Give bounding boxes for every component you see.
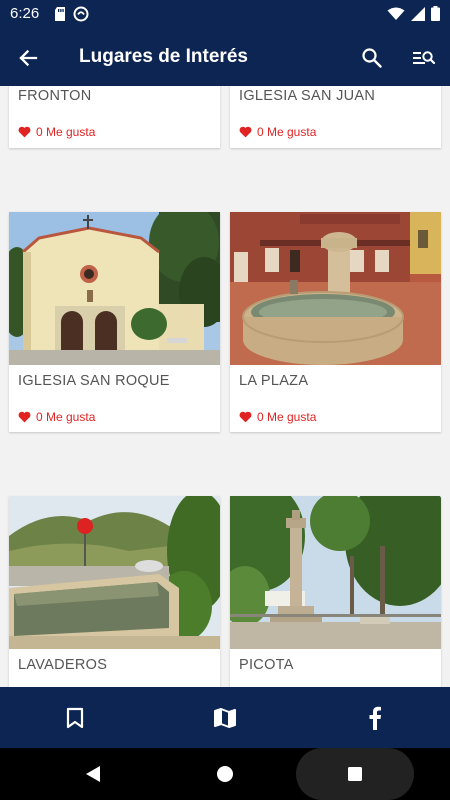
place-title: FRONTON <box>18 88 92 104</box>
back-button[interactable] <box>12 42 44 74</box>
places-grid: FRONTON 0 Me gusta IGLESIA SAN JUAN 0 Me… <box>0 86 450 687</box>
like-count: 0 Me gusta <box>36 410 96 424</box>
triangle-back-icon <box>86 766 100 782</box>
place-card[interactable]: LAVADEROS <box>9 496 220 687</box>
like-button[interactable]: 0 Me gusta <box>239 125 316 139</box>
like-count: 0 Me gusta <box>257 410 317 424</box>
search-list-icon <box>413 51 436 65</box>
bottom-navigation <box>0 687 450 748</box>
heart-icon <box>239 126 252 138</box>
sd-card-icon <box>55 7 65 21</box>
place-title: IGLESIA SAN JUAN <box>239 88 376 104</box>
like-button[interactable]: 0 Me gusta <box>239 410 316 424</box>
search-icon <box>362 48 382 68</box>
place-title: IGLESIA SAN ROQUE <box>18 373 170 389</box>
like-count: 0 Me gusta <box>36 125 96 139</box>
place-card[interactable]: IGLESIA SAN ROQUE 0 Me gusta <box>9 212 220 432</box>
system-navigation-bar <box>0 748 450 800</box>
sync-icon <box>73 6 89 22</box>
like-count: 0 Me gusta <box>257 125 317 139</box>
place-photo <box>230 496 441 649</box>
place-card[interactable]: LA PLAZA 0 Me gusta <box>230 212 441 432</box>
square-recents-icon <box>348 767 362 781</box>
search-button[interactable] <box>356 42 388 74</box>
place-photo <box>9 212 220 365</box>
place-card[interactable]: IGLESIA SAN JUAN 0 Me gusta <box>230 86 441 148</box>
place-card[interactable]: PICOTA <box>230 496 441 687</box>
map-icon <box>214 708 236 728</box>
battery-icon <box>431 6 440 21</box>
place-title: LA PLAZA <box>239 373 309 389</box>
app-bar: Lugares de Interés <box>0 30 450 86</box>
signal-icon <box>411 6 425 21</box>
bookmark-icon <box>66 707 84 729</box>
place-title: LAVADEROS <box>18 657 108 673</box>
wifi-icon <box>387 7 405 20</box>
heart-icon <box>18 411 31 423</box>
nav-map-button[interactable] <box>208 701 242 735</box>
circle-home-icon <box>217 766 233 782</box>
heart-icon <box>239 411 252 423</box>
heart-icon <box>18 126 31 138</box>
nav-facebook-button[interactable] <box>358 701 392 735</box>
like-button[interactable]: 0 Me gusta <box>18 125 95 139</box>
status-bar: 6:26 <box>0 0 450 30</box>
like-button[interactable]: 0 Me gusta <box>18 410 95 424</box>
system-home-button[interactable] <box>211 761 239 787</box>
system-recents-button[interactable] <box>340 762 370 786</box>
place-title: PICOTA <box>239 657 294 673</box>
page-title: Lugares de Interés <box>79 46 248 67</box>
place-card[interactable]: FRONTON 0 Me gusta <box>9 86 220 148</box>
nav-bookmarks-button[interactable] <box>58 701 92 735</box>
search-list-button[interactable] <box>408 42 440 74</box>
system-back-button[interactable] <box>78 762 108 786</box>
arrow-back-icon <box>19 49 38 67</box>
status-time: 6:26 <box>10 5 40 22</box>
facebook-icon <box>369 706 381 730</box>
place-photo <box>9 496 220 649</box>
place-photo <box>230 212 441 365</box>
